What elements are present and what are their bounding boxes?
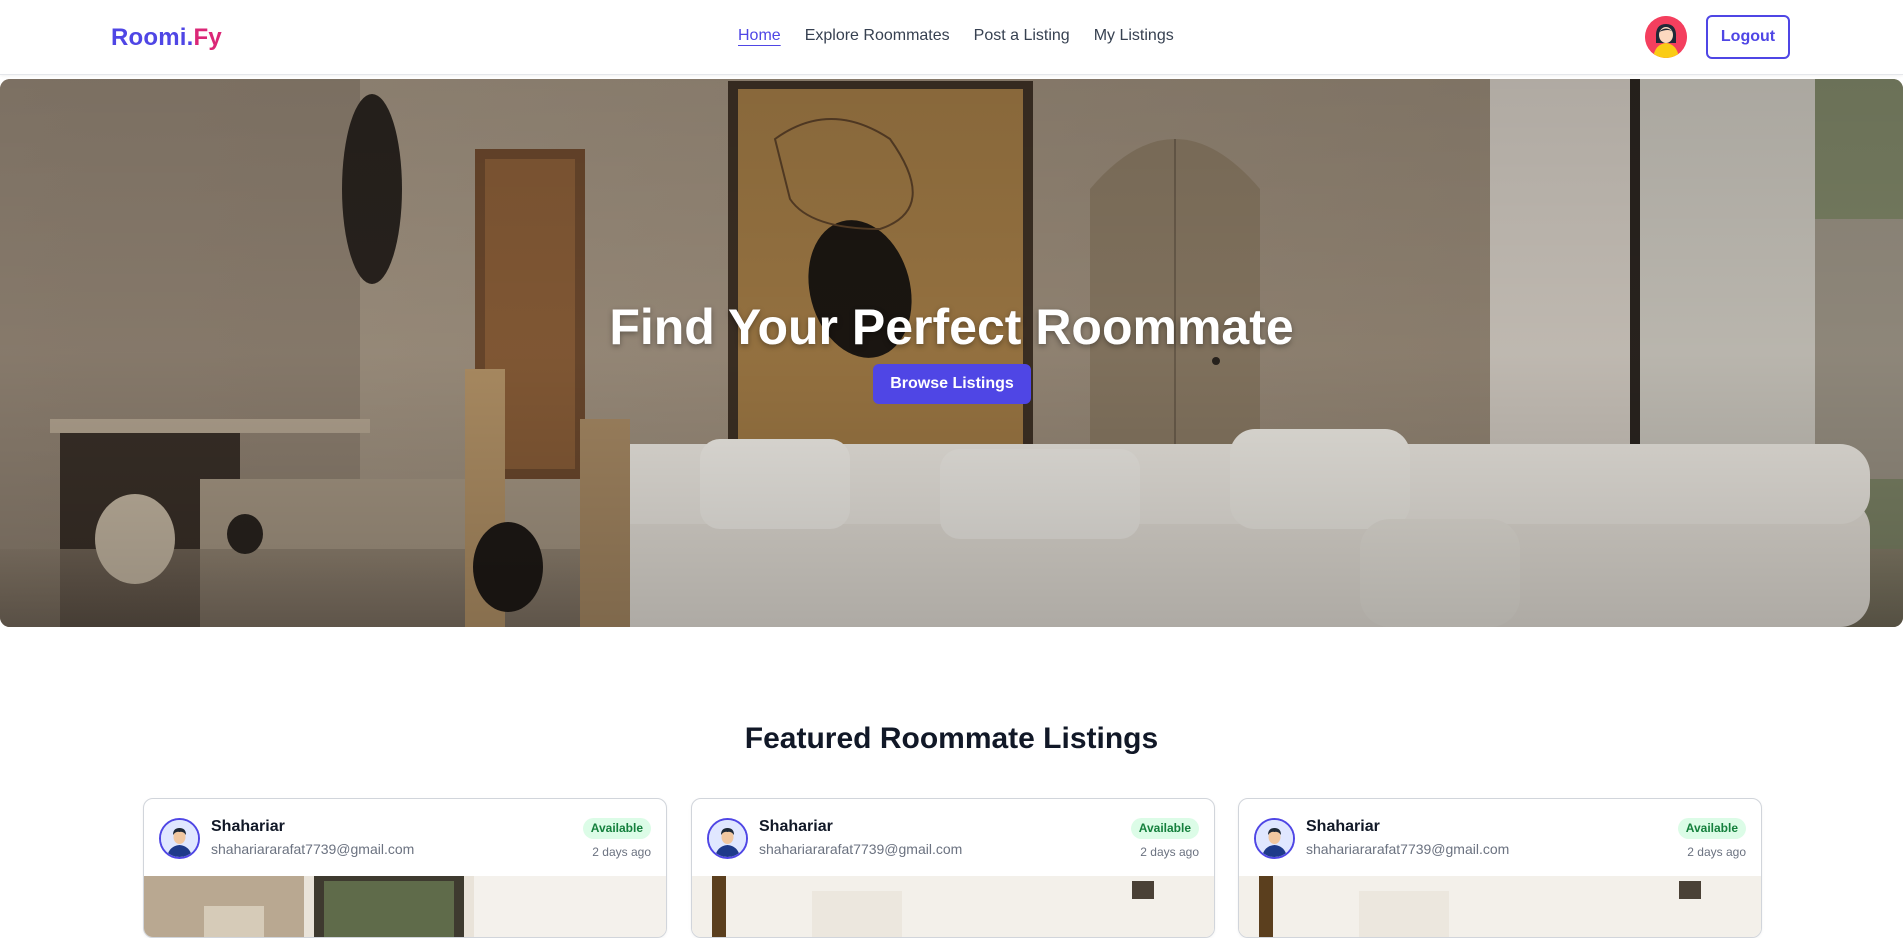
listing-image	[1239, 876, 1761, 937]
listing-owner-name: Shahariar	[759, 818, 833, 835]
nav-link-my-listings[interactable]: My Listings	[1094, 27, 1174, 45]
user-avatar-icon[interactable]	[1645, 16, 1687, 58]
listing-owner-email: shahariararafat7739@gmail.com	[759, 841, 963, 857]
listing-card[interactable]: Shahariar shahariararafat7739@gmail.com …	[1238, 798, 1762, 938]
listing-timestamp: 2 days ago	[592, 845, 651, 859]
featured-section-title: Featured Roommate Listings	[744, 722, 1159, 755]
listing-image	[144, 876, 666, 937]
listing-card[interactable]: Shahariar shahariararafat7739@gmail.com …	[143, 798, 667, 938]
listing-owner-name: Shahariar	[1306, 818, 1380, 835]
listing-card[interactable]: Shahariar shahariararafat7739@gmail.com …	[691, 798, 1215, 938]
user-avatar-icon	[1254, 818, 1295, 859]
navbar: Roomi.Fy Home Explore Roommates Post a L…	[0, 0, 1903, 75]
logo-text-primary: Roomi.	[111, 24, 194, 51]
user-avatar-icon	[707, 818, 748, 859]
listing-timestamp: 2 days ago	[1140, 845, 1199, 859]
status-badge: Available	[1130, 818, 1199, 839]
hero-title: Find Your Perfect Roommate	[609, 299, 1294, 355]
nav-link-explore-roommates[interactable]: Explore Roommates	[805, 27, 950, 45]
hero-banner: Find Your Perfect Roommate Browse Listin…	[0, 79, 1903, 627]
nav-link-post-listing[interactable]: Post a Listing	[974, 27, 1070, 45]
listing-timestamp: 2 days ago	[1687, 845, 1746, 859]
listing-owner-email: shahariararafat7739@gmail.com	[1306, 841, 1510, 857]
listing-owner-email: shahariararafat7739@gmail.com	[211, 841, 415, 857]
site-logo[interactable]: Roomi.Fy	[111, 24, 222, 52]
status-badge: Available	[582, 818, 651, 839]
user-avatar-icon	[159, 818, 200, 859]
main-nav: Home Explore Roommates Post a Listing My…	[738, 27, 1174, 45]
logo-text-accent: Fy	[193, 24, 222, 51]
status-badge: Available	[1677, 818, 1746, 839]
logout-button[interactable]: Logout	[1706, 15, 1790, 59]
nav-link-home[interactable]: Home	[738, 27, 781, 45]
listing-owner-name: Shahariar	[211, 818, 285, 835]
listing-image	[692, 876, 1214, 937]
browse-listings-button[interactable]: Browse Listings	[873, 364, 1031, 404]
